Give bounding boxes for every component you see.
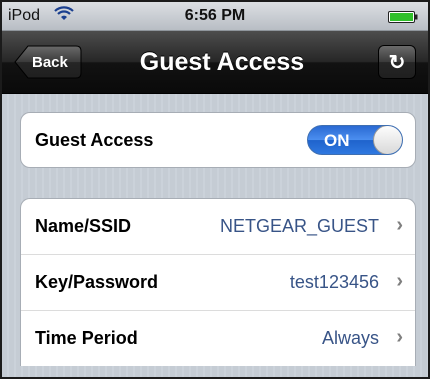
battery-icon [388,10,418,23]
name-ssid-row[interactable]: Name/SSID NETGEAR_GUEST › [21,199,415,255]
chevron-right-icon: › [396,214,403,236]
guest-access-group: Guest Access ON [20,112,416,168]
time-period-label: Time Period [35,328,138,348]
back-label: Back [32,54,68,71]
status-bar: iPod 6:56 PM [2,2,428,31]
toggle-on-label: ON [324,131,350,150]
time-period-value: Always [321,328,379,348]
chevron-right-icon: › [396,326,403,348]
page-title: Guest Access [139,48,305,76]
time-period-row[interactable]: Time Period Always › [21,311,415,366]
guest-access-toggle[interactable]: ON [307,125,403,155]
device-screen: iPod 6:56 PM Back Guest Access ↻ Guest A… [0,0,430,379]
key-password-value: test123456 [289,272,379,292]
status-time: 6:56 PM [184,7,246,24]
refresh-button[interactable]: ↻ [378,45,416,79]
chevron-right-icon: › [396,270,403,292]
back-button[interactable]: Back [14,45,82,79]
network-details-group: Name/SSID NETGEAR_GUEST › Key/Password t… [20,198,416,366]
guest-access-label: Guest Access [35,130,154,150]
key-password-row[interactable]: Key/Password test123456 › [21,255,415,311]
settings-content: Guest Access ON Name/SSID NETGEAR_GUEST … [2,94,428,377]
guest-access-row: Guest Access ON [21,113,415,167]
navigation-bar: Back Guest Access ↻ [2,31,428,94]
name-ssid-label: Name/SSID [35,216,132,236]
toggle-knob[interactable] [373,126,402,154]
key-password-label: Key/Password [35,272,159,292]
refresh-icon: ↻ [388,52,406,74]
name-ssid-value: NETGEAR_GUEST [219,216,379,236]
